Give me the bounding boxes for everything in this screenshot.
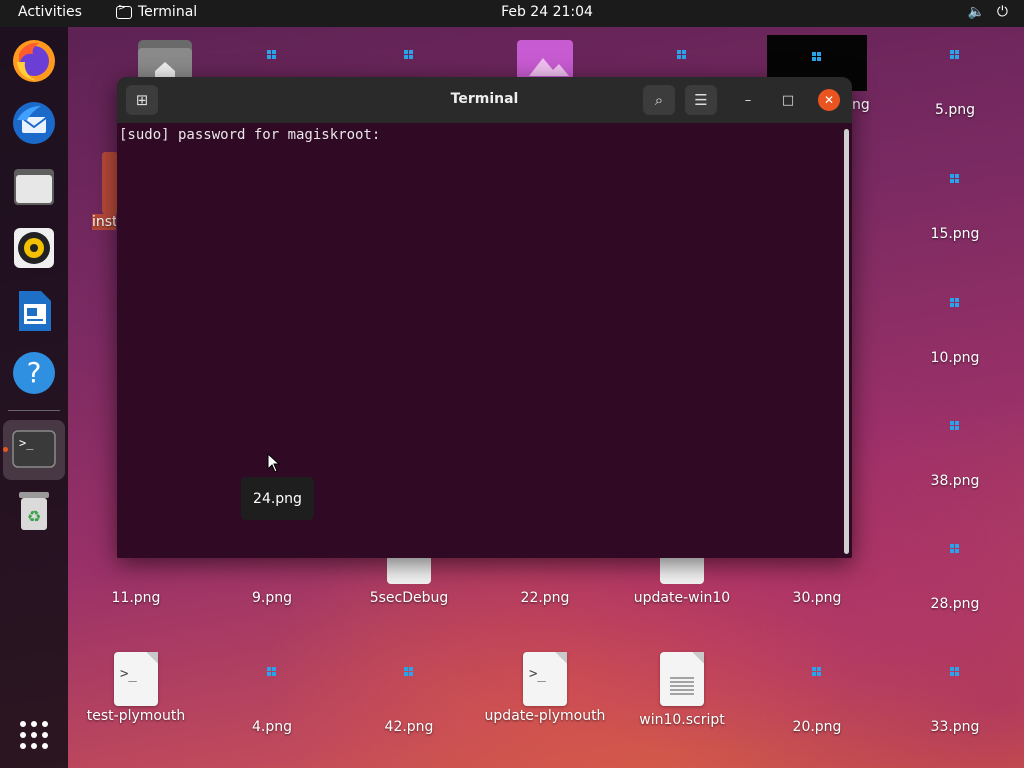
windows-logo-icon bbox=[404, 50, 414, 60]
terminal-window[interactable]: ⊞ Terminal ⌕ ☰ – □ ✕ [sudo] password for… bbox=[117, 77, 852, 558]
svg-text:>_: >_ bbox=[19, 436, 34, 450]
volume-icon[interactable]: 🔈 bbox=[967, 4, 984, 20]
minimize-button[interactable]: – bbox=[737, 89, 759, 111]
maximize-button[interactable]: □ bbox=[777, 89, 799, 111]
libreoffice-writer-icon[interactable] bbox=[10, 287, 58, 335]
search-icon: ⌕ bbox=[654, 91, 664, 109]
desktop-file-22png[interactable]: 22.png bbox=[480, 590, 610, 606]
windows-logo-icon bbox=[950, 174, 960, 184]
running-indicator bbox=[3, 447, 8, 452]
desktop-file-label: update-plymouth bbox=[484, 708, 606, 724]
desktop-png-icon[interactable] bbox=[617, 48, 747, 64]
close-button[interactable]: ✕ bbox=[818, 89, 840, 111]
desktop-file-label: 10.png bbox=[930, 350, 980, 366]
rhythmbox-icon[interactable] bbox=[10, 224, 58, 272]
firefox-icon[interactable] bbox=[10, 37, 58, 85]
desktop-file-15png[interactable]: 15.png bbox=[890, 172, 1020, 242]
desktop-file-label: 11.png bbox=[111, 590, 161, 606]
desktop-file-11png[interactable]: 11.png bbox=[71, 590, 201, 606]
thunderbird-icon[interactable] bbox=[10, 99, 58, 147]
desktop-png-icon[interactable] bbox=[207, 48, 337, 64]
dock-separator bbox=[8, 410, 60, 411]
windows-logo-icon bbox=[404, 667, 414, 677]
desktop-file-label: win10.script bbox=[639, 712, 725, 728]
desktop-file-label: 15.png bbox=[930, 226, 980, 242]
windows-logo-icon bbox=[950, 544, 960, 554]
desktop-file-label: 38.png bbox=[930, 473, 980, 489]
desktop-file-30png[interactable]: 30.png bbox=[752, 590, 882, 606]
power-icon[interactable]: ⏻ bbox=[997, 4, 1008, 20]
file-tooltip: 24.png bbox=[241, 477, 314, 520]
desktop-file-label: 42.png bbox=[384, 719, 434, 735]
desktop-file-label: test-plymouth bbox=[86, 708, 186, 724]
desktop-file-5secdebug[interactable]: 5secDebug bbox=[344, 556, 474, 606]
script-file-icon: >_ bbox=[523, 652, 567, 706]
menu-button[interactable]: ☰ bbox=[685, 85, 717, 115]
hamburger-menu-icon: ☰ bbox=[694, 91, 708, 109]
top-bar: Activities Terminal Feb 24 21:04 🔈 ⏻ bbox=[0, 0, 1024, 27]
minimize-icon: – bbox=[744, 92, 752, 108]
desktop-file-4png[interactable]: 4.png bbox=[207, 665, 337, 735]
help-icon[interactable]: ? bbox=[10, 349, 58, 397]
close-icon: ✕ bbox=[823, 93, 835, 107]
svg-text:?: ? bbox=[27, 356, 42, 389]
clock[interactable]: Feb 24 21:04 bbox=[0, 4, 1024, 20]
files-icon[interactable] bbox=[10, 162, 58, 210]
terminal-app-icon[interactable]: >_ bbox=[10, 425, 58, 473]
desktop-file-label: 9.png bbox=[251, 590, 292, 606]
windows-logo-icon bbox=[812, 667, 822, 677]
windows-logo-icon bbox=[950, 298, 960, 308]
windows-logo-icon bbox=[812, 52, 822, 62]
system-tray[interactable]: 🔈 ⏻ bbox=[967, 4, 1008, 20]
search-button[interactable]: ⌕ bbox=[643, 85, 675, 115]
text-file-icon bbox=[660, 652, 704, 706]
desktop-file-label: update-win10 bbox=[633, 590, 731, 606]
desktop-file-label: 33.png bbox=[930, 719, 980, 735]
desktop-file-42png[interactable]: 42.png bbox=[344, 665, 474, 735]
desktop-file-test-plymouth[interactable]: >_ test-plymouth bbox=[71, 652, 201, 724]
svg-text:♻: ♻ bbox=[27, 507, 41, 526]
mouse-cursor-icon bbox=[267, 452, 281, 477]
windows-logo-icon bbox=[677, 50, 687, 60]
terminal-scrollbar[interactable] bbox=[844, 129, 849, 554]
desktop-file-label: 4.png bbox=[251, 719, 292, 735]
dock: ? >_ ♻ bbox=[0, 27, 68, 768]
desktop-file-5png[interactable]: 5.png bbox=[890, 48, 1020, 118]
terminal-headerbar[interactable]: ⊞ Terminal ⌕ ☰ – □ ✕ bbox=[117, 77, 852, 123]
desktop-file-20png[interactable]: 20.png bbox=[752, 665, 882, 735]
terminal-output[interactable]: [sudo] password for magiskroot: bbox=[117, 123, 852, 558]
windows-logo-icon bbox=[267, 667, 277, 677]
desktop-png-icon[interactable] bbox=[344, 48, 474, 64]
show-applications-icon[interactable] bbox=[10, 711, 58, 759]
desktop-file-label: 20.png bbox=[792, 719, 842, 735]
desktop-file-label: 30.png bbox=[792, 590, 842, 606]
desktop-file-9png[interactable]: 9.png bbox=[207, 590, 337, 606]
partial-file-icon[interactable]: inst bbox=[92, 152, 118, 240]
windows-logo-icon bbox=[950, 421, 960, 431]
desktop-file-label: 5.png bbox=[934, 102, 975, 118]
maximize-icon: □ bbox=[781, 92, 795, 108]
partial-png-label[interactable]: ng bbox=[852, 97, 882, 113]
desktop-file-28png[interactable]: 28.png bbox=[890, 542, 1020, 612]
trash-icon[interactable]: ♻ bbox=[10, 487, 58, 535]
script-file-icon: >_ bbox=[114, 652, 158, 706]
desktop-file-label: 5secDebug bbox=[369, 590, 449, 606]
windows-logo-icon bbox=[267, 50, 277, 60]
windows-logo-icon bbox=[950, 50, 960, 60]
desktop-file-update-win10[interactable]: update-win10 bbox=[617, 556, 747, 606]
desktop-file-label: 28.png bbox=[930, 596, 980, 612]
windows-logo-icon bbox=[950, 667, 960, 677]
desktop-file-10png[interactable]: 10.png bbox=[890, 296, 1020, 366]
desktop-file-label: 22.png bbox=[520, 590, 570, 606]
desktop-file-33png[interactable]: 33.png bbox=[890, 665, 1020, 735]
desktop-file-update-plymouth[interactable]: >_ update-plymouth bbox=[480, 652, 610, 724]
desktop-file-win10-script[interactable]: win10.script bbox=[617, 652, 747, 728]
desktop-file-38png[interactable]: 38.png bbox=[890, 419, 1020, 489]
